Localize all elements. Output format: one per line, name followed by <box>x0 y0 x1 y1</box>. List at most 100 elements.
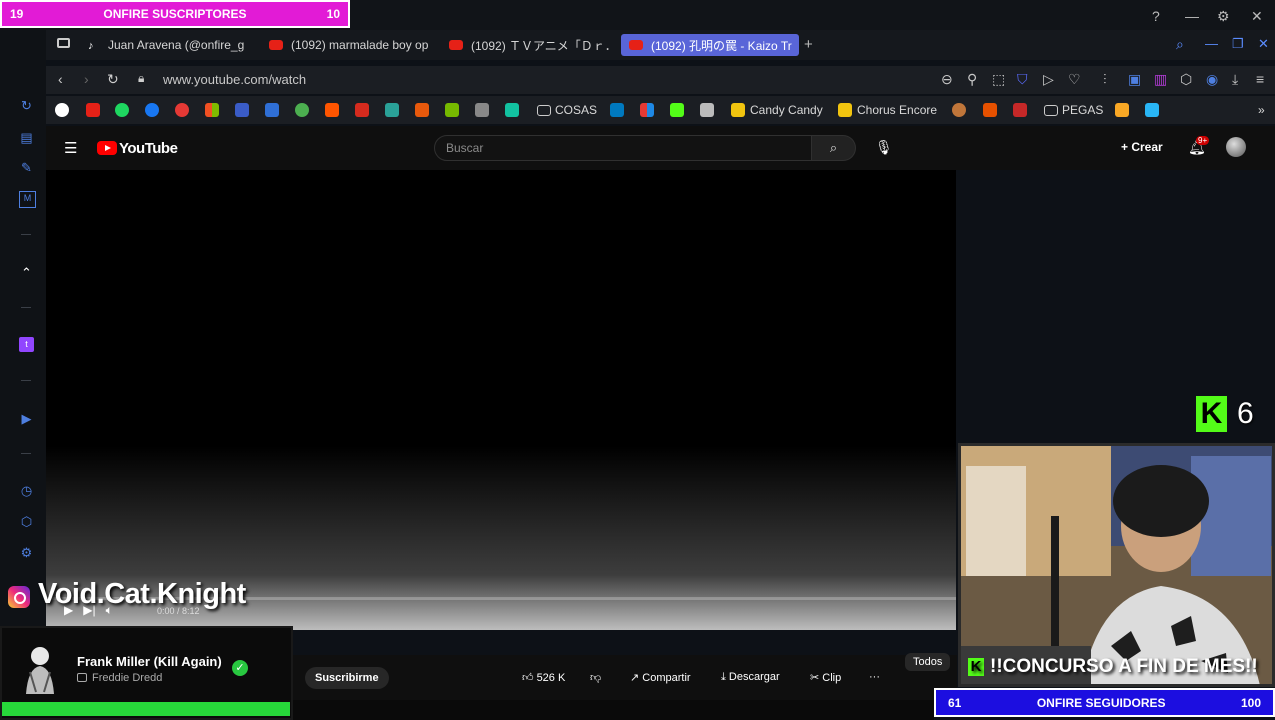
clock-icon[interactable]: ◷ <box>19 483 34 498</box>
bookmark-candy-candy[interactable]: Candy Candy <box>750 103 823 117</box>
cube-icon[interactable] <box>385 103 399 117</box>
bookmark-folder-pegas[interactable]: PEGAS <box>1062 103 1103 117</box>
album-cover <box>20 642 60 694</box>
app-icon[interactable]: ⌃ <box>19 265 34 280</box>
mail-icon[interactable]: M <box>19 191 36 208</box>
yellow-bookmark-icon[interactable] <box>1115 103 1129 117</box>
facebook-icon[interactable] <box>145 103 159 117</box>
more-bookmarks-icon[interactable]: » <box>1258 103 1265 117</box>
youtube-bookmark-icon[interactable] <box>86 103 100 117</box>
youtube-logo-icon[interactable] <box>97 141 117 155</box>
trello-icon[interactable] <box>610 103 624 117</box>
tab-restore-icon[interactable]: ❐ <box>1232 36 1244 52</box>
close-button[interactable]: ✕ <box>1251 8 1263 25</box>
twitch-icon[interactable]: t <box>19 337 34 352</box>
minimize-button[interactable]: — <box>1185 8 1199 24</box>
kick-icon: K <box>968 657 984 676</box>
dislike-button[interactable]: 👎︎ <box>590 671 601 684</box>
bookmark-chorus-encore[interactable]: Chorus Encore <box>857 103 937 117</box>
share-button[interactable]: ↗ Compartir <box>630 671 691 684</box>
forward-button[interactable]: › <box>84 71 89 87</box>
heart-icon[interactable]: ♡ <box>1068 71 1081 88</box>
gear-icon[interactable]: ⚙ <box>19 545 34 560</box>
fnatic-icon[interactable] <box>983 103 997 117</box>
create-label: Crear <box>1131 140 1163 154</box>
search-button[interactable]: ⌕ <box>812 135 856 161</box>
avatar-bookmark-icon[interactable] <box>952 103 966 117</box>
bookmark-folder-cosas[interactable]: COSAS <box>555 103 597 117</box>
mic-icon[interactable]: 🎙︎ <box>875 139 893 156</box>
avatar[interactable] <box>1226 137 1246 157</box>
play-icon[interactable]: ▶ <box>19 411 34 426</box>
settings-icon[interactable]: ⚙ <box>1217 8 1230 25</box>
hamburger-icon[interactable]: ☰ <box>64 139 77 157</box>
google-icon[interactable] <box>55 103 69 117</box>
url-field[interactable]: www.youtube.com/watch <box>163 72 306 87</box>
extension-icon[interactable]: ▥ <box>1154 71 1167 88</box>
html-icon[interactable] <box>415 103 429 117</box>
video-player[interactable] <box>46 170 956 630</box>
download-icon[interactable]: ⤓ <box>1232 71 1238 88</box>
media-icon[interactable]: ▷ <box>1043 71 1054 88</box>
tab-dr-stone[interactable]: (1092) ＴＶアニメ「Ｄｒ．Ｓ <box>449 34 609 56</box>
back-button[interactable]: ‹ <box>58 71 63 87</box>
download-label: Descargar <box>728 671 780 683</box>
tab-marmalade-boy[interactable]: (1092) marmalade boy op <box>269 34 429 56</box>
like-button[interactable]: 👍︎ 526 K <box>522 671 565 684</box>
video-info-row <box>292 655 957 700</box>
notes-icon[interactable]: ✎ <box>19 160 34 175</box>
subs-goal-title: ONFIRE SUSCRIPTORES <box>103 7 247 21</box>
filter-chip-all[interactable]: Todos <box>905 653 951 671</box>
bookmark-icon[interactable] <box>355 103 369 117</box>
tab-minimize-icon[interactable]: — <box>1205 36 1218 51</box>
reload-button[interactable]: ↻ <box>107 71 119 88</box>
soundcloud-icon[interactable] <box>325 103 339 117</box>
equalizer-icon[interactable]: ⫶ <box>1103 71 1107 88</box>
char-bookmark-icon[interactable] <box>700 103 714 117</box>
gear-bookmark-icon[interactable] <box>295 103 309 117</box>
spotify-icon[interactable] <box>115 103 129 117</box>
pokeball-icon[interactable] <box>175 103 189 117</box>
translate-icon[interactable]: ▣ <box>1128 71 1141 88</box>
create-button[interactable]: + Crear <box>1121 140 1163 154</box>
grid-bookmark-icon[interactable] <box>235 103 249 117</box>
new-tab-button[interactable]: + <box>804 36 813 53</box>
zoom-icon[interactable]: ⊖ <box>941 71 953 88</box>
tab-label: Juan Aravena (@onfire_g <box>108 38 245 52</box>
tab-close-icon[interactable]: ✕ <box>1258 36 1269 52</box>
bird-bookmark-icon[interactable] <box>265 103 279 117</box>
clip-button[interactable]: ✂ Clip <box>810 671 841 684</box>
microsoft-icon[interactable] <box>205 103 219 117</box>
more-button[interactable]: ··· <box>869 671 880 683</box>
extensions-icon[interactable]: ⬡ <box>19 514 34 529</box>
tab-overview-icon[interactable] <box>57 38 70 48</box>
youtube-logo[interactable]: YouTube <box>119 140 178 157</box>
puzzle-icon[interactable]: ⬡ <box>1180 71 1192 88</box>
nvidia-icon[interactable] <box>445 103 459 117</box>
now-playing-progress <box>2 702 290 716</box>
search-input[interactable]: Buscar <box>434 135 812 161</box>
tab-tiktok[interactable]: ♪ Juan Aravena (@onfire_g <box>88 34 248 56</box>
blue-bookmark-icon[interactable] <box>1145 103 1159 117</box>
bookmarks-icon[interactable]: ▤ <box>19 130 34 145</box>
capture-icon[interactable]: ⬚ <box>992 71 1005 88</box>
download-button[interactable]: ⤓ Descargar <box>721 671 780 684</box>
menu-icon[interactable]: ≡ <box>1256 71 1264 87</box>
subscribe-button[interactable]: Suscribirme <box>305 667 389 689</box>
pin-icon[interactable]: ⚲ <box>967 71 977 88</box>
image-bookmark-icon[interactable] <box>475 103 489 117</box>
red-bookmark-icon[interactable] <box>1013 103 1027 117</box>
tab-kaizo-active[interactable]: (1092) 孔明の罠 - Kaizo Tr <box>621 34 799 56</box>
followers-goal-title: ONFIRE SEGUIDORES <box>1036 695 1166 710</box>
tab-label: (1092) marmalade boy op <box>291 38 429 52</box>
arrow-bookmark-icon[interactable] <box>505 103 519 117</box>
search-tabs-icon[interactable]: ⌕ <box>1176 36 1184 53</box>
flag-bookmark-icon[interactable] <box>640 103 654 117</box>
shield-icon[interactable]: ⛉ <box>1017 71 1028 88</box>
help-icon[interactable]: ? <box>1152 8 1160 24</box>
profile-icon[interactable]: ◉ <box>1206 71 1218 88</box>
folder-icon <box>1044 105 1058 116</box>
history-icon[interactable]: ↻ <box>19 98 34 113</box>
chorus-icon <box>838 103 852 117</box>
kick-bookmark-icon[interactable] <box>670 103 684 117</box>
